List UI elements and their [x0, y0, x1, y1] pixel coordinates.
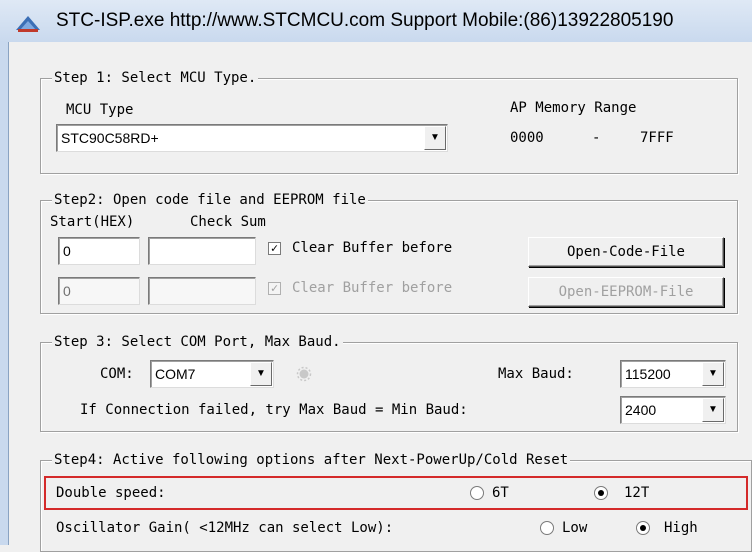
eeprom-checksum-input [148, 277, 256, 305]
port-status-icon [296, 366, 312, 382]
com-label: COM: [100, 366, 134, 382]
code-checksum-input[interactable] [148, 237, 256, 265]
step1-legend: Step 1: Select MCU Type. [52, 70, 259, 86]
ap-memory-end: 7FFF [640, 130, 674, 146]
step2-legend: Step2: Open code file and EEPROM file [52, 192, 368, 208]
chevron-down-icon[interactable]: ▼ [702, 362, 724, 386]
radio-selected-dot [640, 525, 646, 531]
mcu-type-value: STC90C58RD+ [61, 130, 159, 146]
mcu-type-combo[interactable]: STC90C58RD+ ▼ [56, 124, 448, 152]
connection-fail-text: If Connection failed, try Max Baud = Min… [80, 402, 468, 418]
double-speed-label: Double speed: [56, 485, 166, 501]
code-start-input[interactable]: 0 [58, 237, 140, 265]
clear-buffer-code-label: Clear Buffer before [292, 240, 453, 256]
window-titlebar: STC-ISP.exe http://www.STCMCU.com Suppor… [0, 0, 752, 42]
eeprom-start-input: 0 [58, 277, 140, 305]
clear-buffer-eeprom-checkbox: ✓ [268, 282, 281, 295]
max-baud-value: 115200 [625, 366, 671, 382]
chevron-down-icon[interactable]: ▼ [424, 126, 446, 150]
radio-12t[interactable] [594, 486, 608, 500]
window-title: STC-ISP.exe http://www.STCMCU.com Suppor… [56, 10, 674, 31]
oscillator-gain-label: Oscillator Gain( <12MHz can select Low): [56, 520, 394, 536]
clear-buffer-eeprom-label: Clear Buffer before [292, 280, 453, 296]
com-port-value: COM7 [155, 366, 196, 382]
open-code-file-button[interactable]: Open-Code-File [528, 237, 724, 267]
chevron-down-icon[interactable]: ▼ [250, 362, 272, 386]
com-port-combo[interactable]: COM7 ▼ [150, 360, 274, 388]
radio-6t-label: 6T [492, 485, 509, 501]
radio-high[interactable] [636, 521, 650, 535]
start-hex-label: Start(HEX) [50, 214, 135, 230]
stc-isp-app-icon [16, 16, 40, 32]
radio-low[interactable] [540, 521, 554, 535]
window-frame-left [0, 42, 8, 545]
chevron-down-icon[interactable]: ▼ [702, 398, 724, 422]
min-baud-combo[interactable]: 2400 ▼ [620, 396, 726, 424]
open-eeprom-file-button: Open-EEPROM-File [528, 277, 724, 307]
radio-high-label: High [664, 520, 698, 536]
window-frame-left-line [8, 42, 9, 545]
ap-memory-label: AP Memory Range [510, 100, 637, 116]
step3-legend: Step 3: Select COM Port, Max Baud. [52, 334, 343, 350]
radio-low-label: Low [562, 520, 588, 536]
radio-6t[interactable] [470, 486, 484, 500]
step4-legend: Step4: Active following options after Ne… [52, 452, 571, 468]
max-baud-combo[interactable]: 115200 ▼ [620, 360, 726, 388]
check-sum-label: Check Sum [190, 214, 266, 230]
clear-buffer-code-checkbox[interactable]: ✓ [268, 242, 281, 255]
max-baud-label: Max Baud: [498, 366, 574, 382]
min-baud-value: 2400 [625, 402, 657, 418]
radio-12t-label: 12T [624, 485, 650, 501]
mcu-type-label: MCU Type [66, 102, 134, 118]
ap-memory-start: 0000 [510, 130, 544, 146]
radio-selected-dot [598, 490, 604, 496]
ap-memory-dash: - [592, 130, 601, 146]
